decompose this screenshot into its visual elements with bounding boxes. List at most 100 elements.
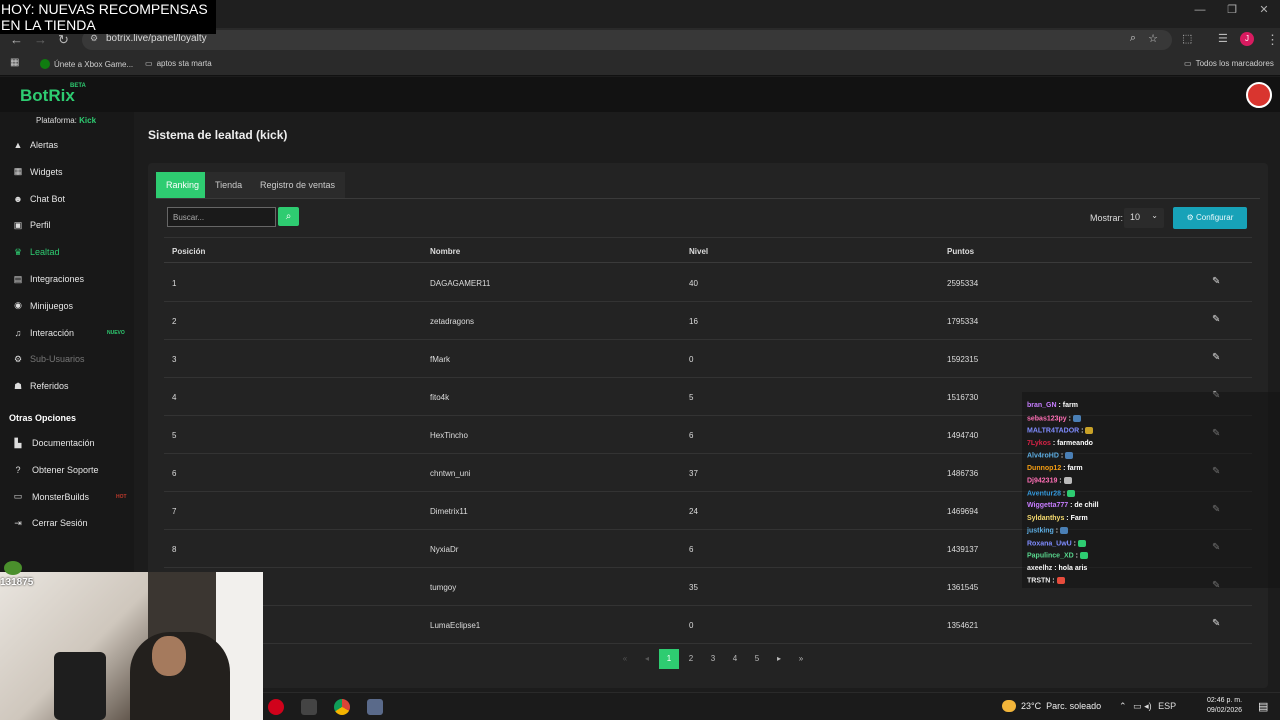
banner-line-2: EN LA TIENDA <box>1 17 96 33</box>
sidebar-item-lealtad[interactable]: ♛ Lealtad <box>0 242 134 262</box>
sidebar-item-label: Documentación <box>32 438 95 448</box>
book-icon: ▙ <box>14 437 22 448</box>
cell-name: HexTincho <box>430 431 468 440</box>
edit-pencil-icon[interactable]: ✎ <box>1212 618 1220 629</box>
sidebar-item-chat-bot[interactable]: ☻ Chat Bot <box>0 189 134 209</box>
window-app-icon[interactable] <box>367 699 383 715</box>
first-page-icon[interactable]: « <box>614 649 636 669</box>
xbox-icon <box>40 59 50 69</box>
sidebar-item-monsterbuilds[interactable]: ▭ MonsterBuilds HOT <box>0 487 134 507</box>
sidebar-item-label: Referidos <box>30 381 69 392</box>
hot-badge: HOT <box>116 493 127 500</box>
sidebar-item-obtener-soporte[interactable]: ? Obtener Soporte <box>0 460 134 480</box>
page-2-button[interactable]: 2 <box>680 649 702 669</box>
cell-position: 1 <box>172 279 177 288</box>
sidebar-item-sub-usuarios[interactable]: ⚙ Sub-Usuarios <box>0 349 134 369</box>
page-5-button[interactable]: 5 <box>746 649 768 669</box>
cell-points: 1494740 <box>947 431 979 440</box>
partly-sunny-icon <box>1002 700 1016 712</box>
apps-grid-icon[interactable]: ▦ <box>10 57 19 68</box>
reload-icon[interactable]: ↻ <box>58 32 69 48</box>
profile-avatar[interactable]: J <box>1240 32 1254 46</box>
page-4-button[interactable]: 4 <box>724 649 746 669</box>
chat-message: justking : <box>1027 527 1069 534</box>
volume-icon[interactable]: ◂) <box>1144 701 1152 711</box>
chat-emote-icon <box>1079 552 1088 559</box>
language-indicator[interactable]: ESP <box>1158 701 1176 711</box>
sidebar-item-interacci-n[interactable]: ♫ Interacción NUEVO <box>0 323 134 343</box>
page-1-button[interactable]: 1 <box>659 649 679 669</box>
system-tray[interactable]: ⌃ ▭ ◂) ESP <box>1119 701 1176 712</box>
new-badge: NUEVO <box>107 329 125 336</box>
sidebar-item-alertas[interactable]: ▲ Alertas <box>0 135 134 155</box>
network-icon[interactable]: ▭ <box>1133 701 1142 711</box>
bookmark-label: aptos sta marta <box>156 59 212 68</box>
bookmark-aptos[interactable]: ▭ aptos sta marta <box>145 59 212 68</box>
chat-message: Wiggetta777 : de chill <box>1027 502 1099 509</box>
botrix-logo[interactable]: BotRix BETA <box>20 83 86 106</box>
restore-icon[interactable]: ❐ <box>1216 0 1248 22</box>
all-bookmarks[interactable]: ▭ Todos los marcadores <box>1184 59 1274 68</box>
app-icon[interactable] <box>301 699 317 715</box>
sidebar-item-minijuegos[interactable]: ◉ Minijuegos <box>0 296 134 316</box>
search-input[interactable] <box>167 207 276 227</box>
cell-points: 1486736 <box>947 469 979 478</box>
sidebar-item-widgets[interactable]: ▦ Widgets <box>0 162 134 182</box>
notifications-icon[interactable]: ▤ <box>1258 700 1268 713</box>
chevron-down-icon: ⌄ <box>1151 211 1158 220</box>
user-avatar[interactable] <box>1246 82 1272 108</box>
close-icon[interactable]: ✕ <box>1248 0 1280 22</box>
chat-emote-icon <box>1067 489 1076 497</box>
edit-pencil-icon[interactable]: ✎ <box>1212 314 1220 325</box>
sidebar-item-label: Chat Bot <box>30 193 66 204</box>
sidebar-item-perfil[interactable]: ▣ Perfil <box>0 215 134 235</box>
weather-widget[interactable]: 23°C Parc. soleado <box>1002 700 1101 712</box>
tab-tienda[interactable]: Tienda <box>205 172 253 198</box>
address-bar[interactable]: ⚙ botrix.live/panel/loyalty ⌕ ☆ <box>82 30 1172 50</box>
configure-button[interactable]: ⚙ Configurar <box>1173 207 1247 229</box>
tab-search-icon[interactable]: ☰ <box>1218 32 1228 45</box>
back-icon[interactable]: ← <box>10 32 23 47</box>
bookmark-xbox[interactable]: Únete a Xbox Game... <box>40 59 133 69</box>
beta-tag: BETA <box>70 83 86 89</box>
question-icon: ? <box>15 464 21 475</box>
tab-ranking[interactable]: Ranking <box>156 172 210 198</box>
cell-points: 1361545 <box>947 583 979 592</box>
forward-icon[interactable]: → <box>34 32 47 47</box>
cell-level: 16 <box>689 317 698 326</box>
chat-message: Papulince_XD : <box>1027 552 1088 559</box>
sidebar-item-documentaci-n[interactable]: ▙ Documentación <box>0 433 134 453</box>
trophy-icon: ♛ <box>13 246 23 257</box>
folder-icon: ▭ <box>1184 59 1192 68</box>
next-page-icon[interactable]: ▸ <box>768 649 790 669</box>
sidebar-item-referidos[interactable]: ☗ Referidos <box>0 376 134 396</box>
page-3-button[interactable]: 3 <box>702 649 724 669</box>
cell-position: 6 <box>172 469 177 478</box>
warning-icon: ▲ <box>13 140 23 150</box>
prev-page-icon[interactable]: ◂ <box>636 649 658 669</box>
clock[interactable]: 02:46 p. m. 09/02/2026 <box>1207 696 1242 716</box>
bookmark-star-icon[interactable]: ☆ <box>1148 32 1158 45</box>
cell-level: 5 <box>689 393 694 402</box>
pagination: « ◂ 12345 ▸ » <box>614 649 812 669</box>
opera-icon[interactable] <box>268 699 284 715</box>
sidebar-item-integraciones[interactable]: ▤ Integraciones <box>0 269 134 289</box>
url-text: botrix.live/panel/loyalty <box>106 33 207 44</box>
zoom-icon[interactable]: ⌕ <box>1130 32 1136 45</box>
platform-value: Kick <box>79 116 97 125</box>
extensions-icon[interactable]: ⬚ <box>1182 32 1192 45</box>
site-info-icon[interactable]: ⚙ <box>90 33 98 44</box>
browser-menu-icon[interactable]: ⋮ <box>1266 32 1279 48</box>
tab-registro-ventas[interactable]: Registro de ventas <box>250 172 346 198</box>
edit-pencil-icon[interactable]: ✎ <box>1212 276 1220 287</box>
search-button[interactable]: ⌕ <box>278 207 299 226</box>
cell-position: 5 <box>172 431 177 440</box>
tray-chevron-icon[interactable]: ⌃ <box>1119 701 1127 711</box>
last-page-icon[interactable]: » <box>790 649 812 669</box>
chrome-icon[interactable] <box>334 699 350 715</box>
sidebar-item-cerrar-sesi-n[interactable]: ⇥ Cerrar Sesión <box>0 513 134 533</box>
cell-level: 24 <box>689 507 698 516</box>
page-size-select[interactable]: 10 ⌄ <box>1124 208 1164 228</box>
edit-pencil-icon[interactable]: ✎ <box>1212 352 1220 363</box>
minimize-icon[interactable]: — <box>1184 0 1216 22</box>
